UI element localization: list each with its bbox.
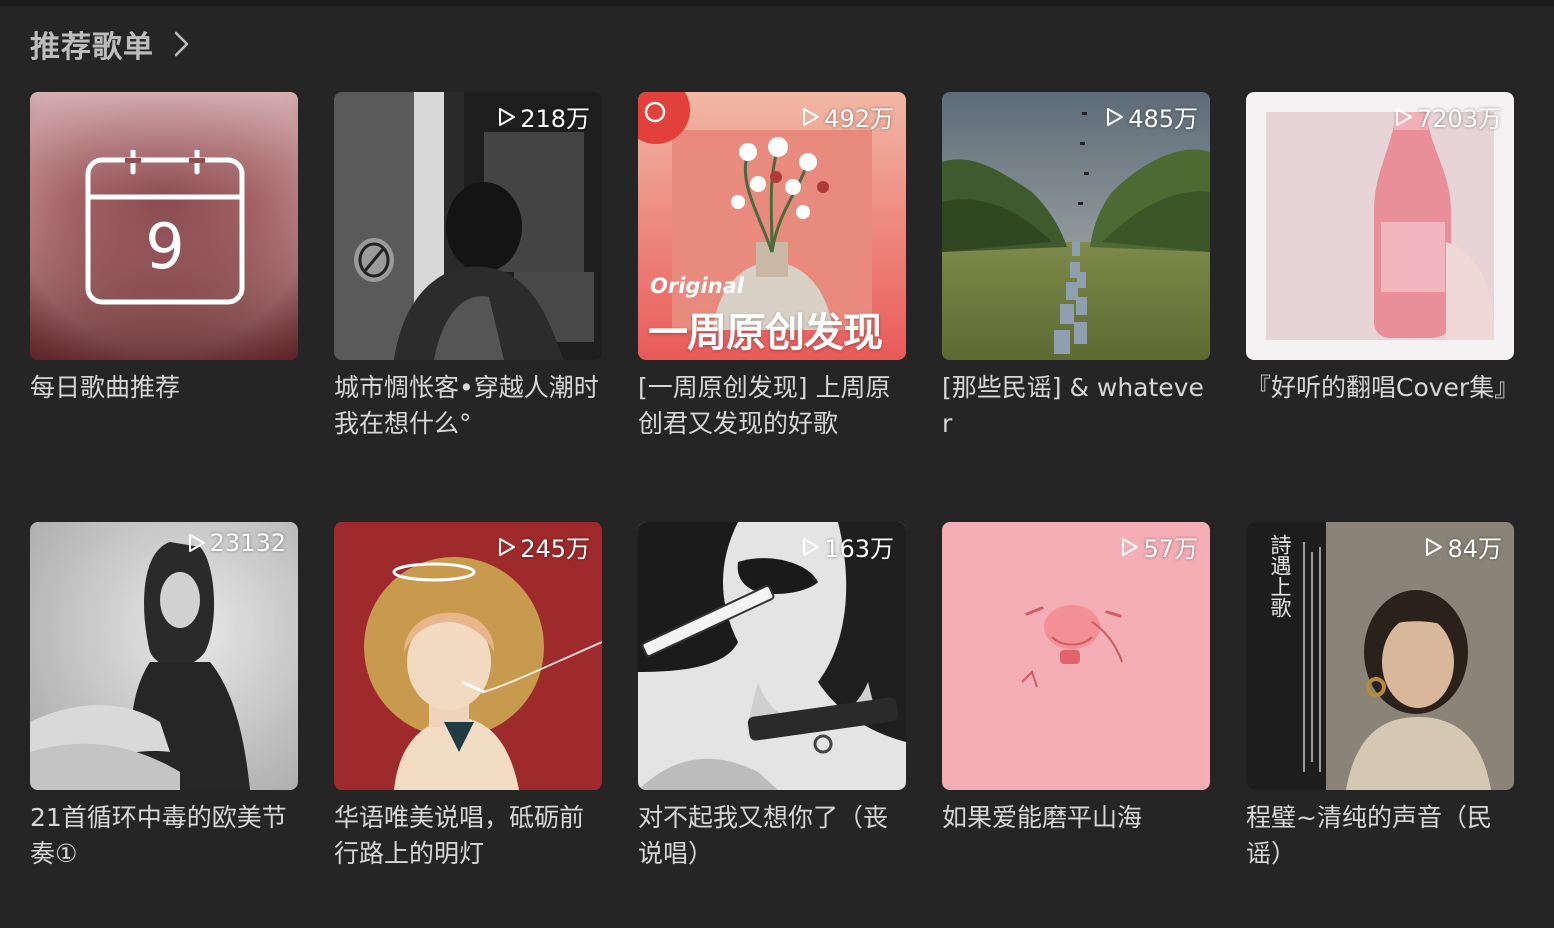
play-icon [803,537,820,556]
play-count: 163万 [802,529,894,564]
playlist-title[interactable]: [一周原创发现] 上周原创君又发现的好歌 [638,370,910,442]
playlist-card-daily[interactable]: 9 每日歌曲推荐 [30,92,298,406]
playlist-card[interactable]: 7203万 『好听的翻唱Cover集』 [1246,92,1519,406]
play-count-value: 23132 [209,529,286,557]
play-count-value: 57万 [1143,535,1198,563]
play-count: 492万 [802,99,894,134]
playlist-card[interactable]: 詩遇上歌 84万 程璧~清纯的声音（民谣） [1246,522,1514,872]
chevron-right-icon [174,31,189,57]
playlist-card[interactable]: 218万 城市惆怅客•穿越人潮时我在想什么° [334,92,602,442]
play-count: 57万 [1121,529,1198,564]
playlist-cover[interactable]: 245万 [334,522,602,790]
playlist-card[interactable]: Original 一周原创发现 492万 [一周原创发现] 上周原创君又发现的好… [638,92,906,442]
play-count-value: 7203万 [1416,105,1502,133]
play-icon [499,107,516,126]
playlist-title[interactable]: 21首循环中毒的欧美节奏① [30,800,302,872]
playlist-card[interactable]: 485万 [那些民谣] & whatever [942,92,1210,442]
calendar-day: 9 [145,210,185,283]
playlist-title[interactable]: 程璧~清纯的声音（民谣） [1246,800,1518,872]
play-count-value: 163万 [824,535,894,563]
play-count: 485万 [1106,99,1198,134]
play-count-value: 492万 [824,105,894,133]
playlist-cover[interactable]: Original 一周原创发现 492万 [638,92,906,360]
playlist-title[interactable]: [那些民谣] & whatever [942,370,1214,442]
playlist-title[interactable]: 城市惆怅客•穿越人潮时我在想什么° [334,370,606,442]
play-icon [1107,107,1124,126]
playlist-title[interactable]: 如果爱能磨平山海 [942,800,1214,836]
play-count-value: 245万 [520,535,590,563]
play-count: 84万 [1425,529,1502,564]
top-divider [0,0,1554,6]
playlist-title[interactable]: 『好听的翻唱Cover集』 [1246,370,1519,406]
section-header[interactable]: 推荐歌单 [30,22,194,66]
play-icon [1122,537,1139,556]
play-count-value: 218万 [520,105,590,133]
playlist-title[interactable]: 每日歌曲推荐 [30,370,302,406]
playlist-card[interactable]: 57万 如果爱能磨平山海 [942,522,1210,836]
section-title: 推荐歌单 [30,30,154,65]
play-icon [499,537,516,556]
playlist-cover[interactable]: 23132 [30,522,298,790]
playlist-cover[interactable]: 485万 [942,92,1210,360]
play-count-value: 84万 [1447,535,1502,563]
playlist-cover[interactable]: 218万 [334,92,602,360]
cover-subtitle: Original [650,274,744,298]
play-count: 218万 [498,99,590,134]
playlist-card[interactable]: 163万 对不起我又想你了（丧说唱） [638,522,906,872]
play-count: 245万 [498,529,590,564]
playlist-title[interactable]: 对不起我又想你了（丧说唱） [638,800,910,872]
cover-title: 一周原创发现 [648,310,883,356]
playlist-card[interactable]: 23132 21首循环中毒的欧美节奏① [30,522,298,872]
playlist-card[interactable]: 245万 华语唯美说唱，砥砺前行路上的明灯 [334,522,602,872]
play-icon [803,107,820,126]
playlist-cover[interactable]: 7203万 [1246,92,1514,360]
play-icon [188,534,205,552]
playlist-cover[interactable]: 詩遇上歌 84万 [1246,522,1514,790]
playlist-cover[interactable]: 9 [30,92,298,360]
cover-art [30,522,298,790]
playlist-cover[interactable]: 57万 [942,522,1210,790]
playlist-title[interactable]: 华语唯美说唱，砥砺前行路上的明灯 [334,800,606,872]
play-count: 23132 [188,529,286,557]
playlist-cover[interactable]: 163万 [638,522,906,790]
play-icon [1426,537,1443,556]
play-icon [1395,107,1412,126]
play-count: 7203万 [1395,99,1502,134]
cover-title: 詩遇上歌 [1268,534,1292,618]
play-count-value: 485万 [1128,105,1198,133]
